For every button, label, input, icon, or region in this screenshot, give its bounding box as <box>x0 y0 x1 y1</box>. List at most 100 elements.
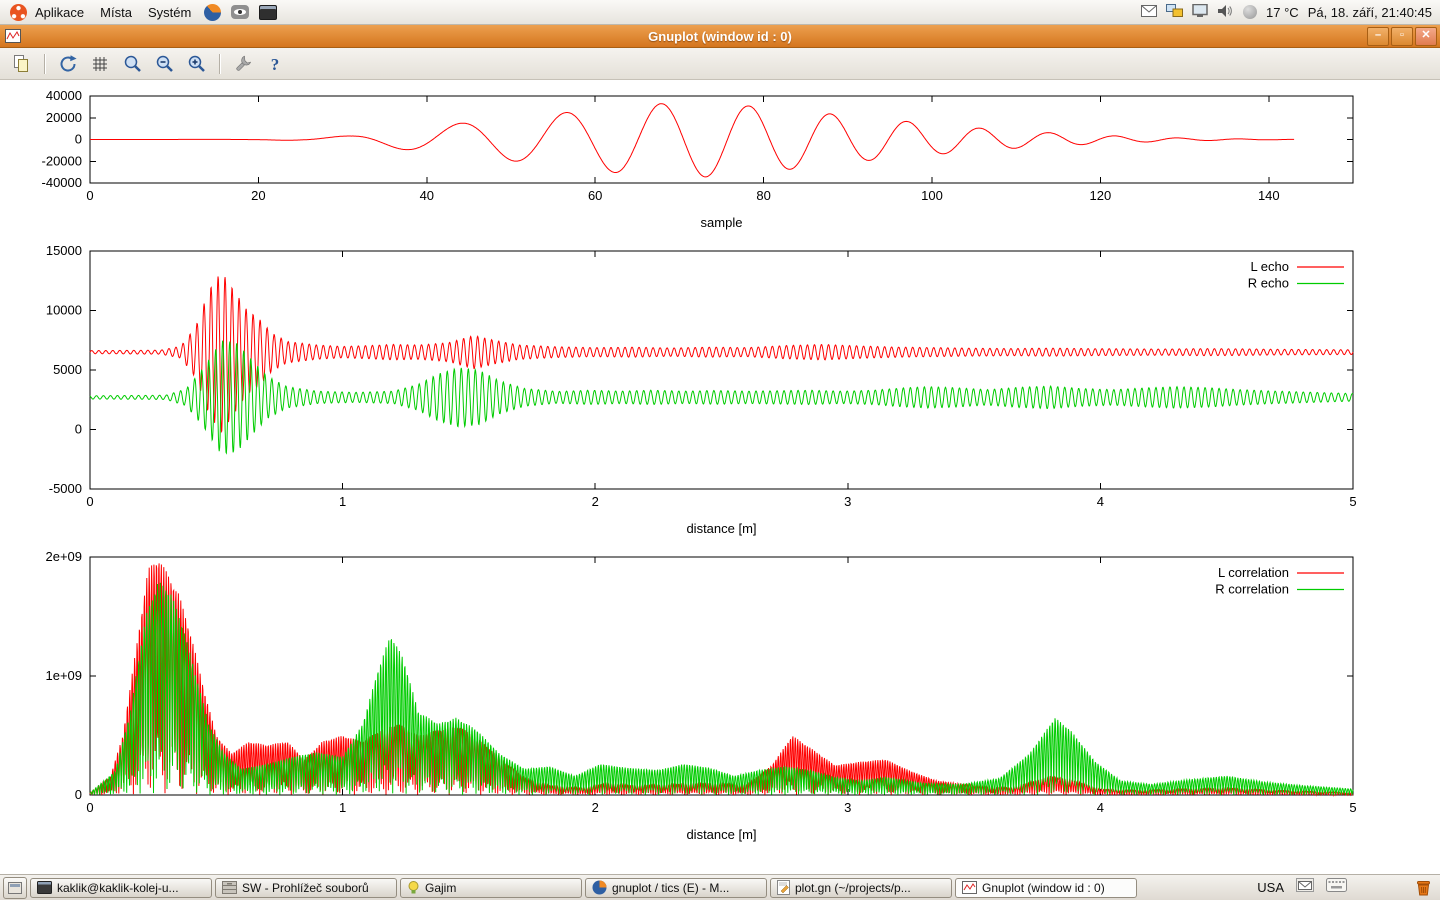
keyboard-indicator-icon[interactable] <box>1326 878 1347 897</box>
system-tray: 17 °C Pá, 18. září, 21:40:45 <box>1141 4 1440 21</box>
close-button[interactable]: ✕ <box>1415 27 1437 46</box>
text-editor-icon <box>777 880 790 895</box>
svg-text:20000: 20000 <box>46 110 82 125</box>
gnuplot-toolbar: ? <box>0 48 1440 80</box>
svg-text:-20000: -20000 <box>42 153 82 168</box>
gnuplot-window-icon <box>5 29 21 43</box>
task-label: gnuplot / tics (E) - M... <box>612 881 729 895</box>
svg-text:2: 2 <box>592 800 599 815</box>
eye-icon[interactable] <box>231 5 249 19</box>
toolbar-separator <box>44 54 45 74</box>
svg-text:140: 140 <box>1258 188 1280 203</box>
show-desktop-button[interactable] <box>3 877 27 899</box>
taskbar-item-terminal[interactable]: kaklik@kaklik-kolej-u... <box>30 878 212 898</box>
svg-text:40000: 40000 <box>46 88 82 103</box>
svg-text:10000: 10000 <box>46 303 82 318</box>
zoom-region-button[interactable] <box>119 51 145 77</box>
gnome-top-panel: Aplikace Místa Systém 17 °C Pá, 18. září… <box>0 0 1440 25</box>
taskbar-item-editor[interactable]: plot.gn (~/projects/p... <box>770 878 952 898</box>
taskbar-item-gajim[interactable]: Gajim <box>400 878 582 898</box>
temperature-label[interactable]: 17 °C <box>1266 5 1299 20</box>
svg-text:L echo: L echo <box>1250 259 1289 274</box>
taskbar-item-file-manager[interactable]: SW - Prohlížeč souborů <box>215 878 397 898</box>
svg-text:R echo: R echo <box>1248 276 1289 291</box>
svg-text:5: 5 <box>1349 494 1356 509</box>
svg-text:60: 60 <box>588 188 602 203</box>
terminal-launcher-icon[interactable] <box>259 5 277 20</box>
desktop: Aplikace Místa Systém 17 °C Pá, 18. září… <box>0 0 1440 900</box>
bottom-tray: USA <box>1257 878 1437 897</box>
menu-places[interactable]: Místa <box>92 1 140 24</box>
terminal-icon <box>37 881 52 894</box>
svg-text:15000: 15000 <box>46 243 82 258</box>
svg-text:3: 3 <box>844 800 851 815</box>
file-manager-icon <box>222 881 237 894</box>
mail-tray-icon[interactable] <box>1141 5 1157 20</box>
svg-text:-5000: -5000 <box>49 481 82 496</box>
taskbar-item-gnuplot[interactable]: Gnuplot (window id : 0) <box>955 878 1137 898</box>
maximize-button[interactable]: ▫ <box>1391 27 1413 46</box>
svg-text:distance [m]: distance [m] <box>686 827 756 842</box>
menu-system[interactable]: Systém <box>140 1 199 24</box>
svg-text:distance [m]: distance [m] <box>686 521 756 536</box>
keyboard-layout-indicator[interactable]: USA <box>1257 880 1284 895</box>
svg-text:R correlation: R correlation <box>1215 582 1289 597</box>
gajim-icon <box>407 881 420 894</box>
minimize-button[interactable]: – <box>1367 27 1389 46</box>
firefox-launcher-icon[interactable] <box>204 4 221 21</box>
task-label: kaklik@kaklik-kolej-u... <box>57 881 179 895</box>
svg-text:4: 4 <box>1097 494 1104 509</box>
svg-text:0: 0 <box>86 188 93 203</box>
chart-echo-signals[interactable]: 012345-5000050001000015000distance [m]L … <box>0 240 1440 540</box>
zoom-out-button[interactable] <box>151 51 177 77</box>
svg-text:0: 0 <box>75 787 82 802</box>
options-wrench-button[interactable] <box>230 51 256 77</box>
grid-toggle-button[interactable] <box>87 51 113 77</box>
weather-icon[interactable] <box>1243 5 1257 19</box>
svg-text:80: 80 <box>756 188 770 203</box>
svg-text:5000: 5000 <box>53 362 82 377</box>
svg-text:40: 40 <box>420 188 434 203</box>
task-label: plot.gn (~/projects/p... <box>795 881 911 895</box>
window-titlebar[interactable]: Gnuplot (window id : 0) – ▫ ✕ <box>0 25 1440 48</box>
replot-button[interactable] <box>55 51 81 77</box>
mail-notifier-icon[interactable] <box>1296 878 1314 897</box>
gnuplot-icon <box>962 881 977 894</box>
svg-text:1: 1 <box>339 494 346 509</box>
taskbar-item-firefox[interactable]: gnuplot / tics (E) - M... <box>585 878 767 898</box>
svg-text:1e+09: 1e+09 <box>45 668 82 683</box>
svg-text:120: 120 <box>1090 188 1112 203</box>
ubuntu-logo-icon[interactable] <box>10 4 27 21</box>
display-icon[interactable] <box>1192 4 1208 20</box>
panel-menus: Aplikace Místa Systém <box>0 1 282 24</box>
svg-text:sample: sample <box>701 215 743 230</box>
plot-canvas: 020406080100120140-40000-200000200004000… <box>0 80 1440 874</box>
volume-icon[interactable] <box>1217 4 1234 21</box>
svg-text:1: 1 <box>339 800 346 815</box>
task-label: Gajim <box>425 881 456 895</box>
menu-applications[interactable]: Aplikace <box>27 1 92 24</box>
svg-text:L correlation: L correlation <box>1218 565 1289 580</box>
svg-text:0: 0 <box>86 494 93 509</box>
chart-correlation[interactable]: 01234501e+092e+09distance [m]L correlati… <box>0 547 1440 847</box>
svg-text:100: 100 <box>921 188 943 203</box>
svg-text:2: 2 <box>592 494 599 509</box>
network-icon[interactable] <box>1166 4 1183 20</box>
window-title: Gnuplot (window id : 0) <box>0 29 1440 44</box>
svg-text:0: 0 <box>75 422 82 437</box>
svg-text:0: 0 <box>86 800 93 815</box>
svg-text:0: 0 <box>75 132 82 147</box>
gnome-bottom-panel: kaklik@kaklik-kolej-u... SW - Prohlížeč … <box>0 874 1440 900</box>
clock[interactable]: Pá, 18. září, 21:40:45 <box>1308 5 1432 20</box>
svg-text:?: ? <box>271 55 280 74</box>
toolbar-separator <box>219 54 220 74</box>
svg-text:-40000: -40000 <box>42 175 82 190</box>
chart-sample-waveform[interactable]: 0 20 40 60 80 100 120 140 -40000 -20000 0 20000 4000… <box>0 80 1440 232</box>
copy-to-clipboard-button[interactable] <box>8 51 34 77</box>
trash-icon[interactable] <box>1414 878 1433 897</box>
task-label: Gnuplot (window id : 0) <box>982 881 1105 895</box>
help-button[interactable]: ? <box>262 51 288 77</box>
zoom-in-button[interactable] <box>183 51 209 77</box>
svg-text:20: 20 <box>251 188 265 203</box>
firefox-icon <box>592 880 607 895</box>
